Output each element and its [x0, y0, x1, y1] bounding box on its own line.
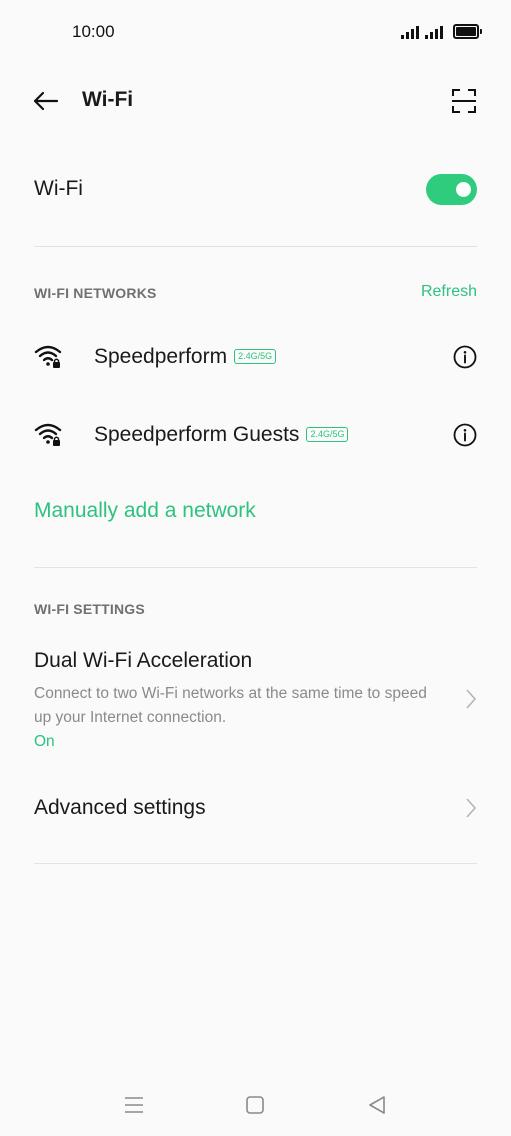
- wifi-toggle-label: Wi-Fi: [34, 177, 83, 200]
- info-icon[interactable]: [453, 345, 477, 369]
- wifi-locked-icon: [34, 423, 62, 446]
- system-navigation-bar: [0, 1090, 511, 1120]
- settings-section-title: WI-FI SETTINGS: [34, 601, 145, 617]
- back-triangle-icon[interactable]: [368, 1095, 386, 1115]
- network-row[interactable]: Speedperform Guests 2.4G/5G: [34, 415, 477, 455]
- signal-icon: [425, 26, 443, 39]
- status-time: 10:00: [72, 22, 115, 41]
- network-row[interactable]: Speedperform 2.4G/5G: [34, 337, 477, 377]
- status-icons: [401, 24, 482, 39]
- home-icon[interactable]: [246, 1096, 264, 1114]
- networks-section-title: WI-FI NETWORKS: [34, 285, 157, 301]
- chevron-right-icon: [466, 689, 477, 709]
- band-badge: 2.4G/5G: [234, 349, 277, 364]
- manually-add-network-link[interactable]: Manually add a network: [34, 499, 256, 523]
- scan-qr-icon[interactable]: [451, 88, 477, 114]
- refresh-button[interactable]: Refresh: [421, 283, 477, 301]
- back-arrow-icon[interactable]: [30, 86, 60, 116]
- divider: [34, 863, 477, 864]
- network-name-text: Speedperform Guests: [94, 423, 300, 446]
- page-title: Wi-Fi: [82, 88, 134, 111]
- wifi-locked-icon: [34, 345, 62, 368]
- advanced-settings-label: Advanced settings: [34, 796, 206, 819]
- divider: [34, 246, 477, 247]
- dual-wifi-state: On: [34, 733, 55, 750]
- signal-icon: [401, 26, 419, 39]
- menu-icon[interactable]: [124, 1095, 144, 1115]
- toggle-knob: [456, 182, 471, 197]
- band-badge: 2.4G/5G: [306, 427, 349, 442]
- network-name: Speedperform 2.4G/5G: [94, 345, 277, 369]
- dual-wifi-description: Connect to two Wi-Fi networks at the sam…: [34, 685, 427, 726]
- wifi-toggle-switch[interactable]: [426, 174, 477, 205]
- network-name-text: Speedperform: [94, 345, 228, 368]
- dual-wifi-title: Dual Wi-Fi Acceleration: [34, 649, 253, 672]
- info-icon[interactable]: [453, 423, 477, 447]
- divider: [34, 567, 477, 568]
- battery-icon: [453, 24, 482, 39]
- network-name: Speedperform Guests 2.4G/5G: [94, 423, 349, 447]
- chevron-right-icon: [466, 798, 477, 818]
